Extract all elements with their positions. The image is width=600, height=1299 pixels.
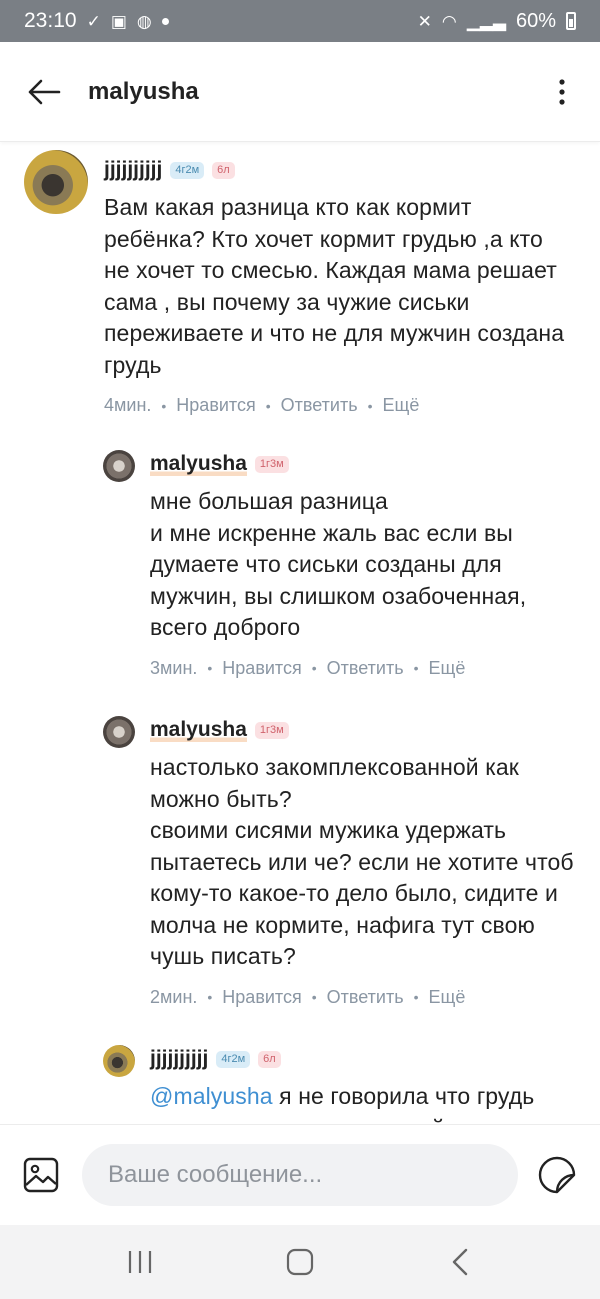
message-composer <box>0 1124 600 1225</box>
avatar[interactable] <box>103 1045 135 1077</box>
avatar[interactable] <box>24 150 88 214</box>
comment-time: 3мин. <box>150 657 198 678</box>
comment-username[interactable]: malyusha <box>150 718 247 742</box>
home-button[interactable] <box>260 1232 340 1292</box>
attach-image-button[interactable] <box>16 1150 66 1200</box>
comment-text: @malyusha я не говорила что грудь создан… <box>150 1081 580 1123</box>
app-notification-icon: ◍ <box>136 11 152 31</box>
reply-button[interactable]: Ответить <box>327 658 404 679</box>
app-header: malyusha <box>0 42 600 142</box>
comment-actions: 3мин. • Нравится • Ответить • Ещё <box>150 658 580 679</box>
sticker-icon <box>538 1156 576 1194</box>
separator-dot: • <box>265 397 271 414</box>
comments-list[interactable]: jjjjjjjjjj 4г2м 6л Вам какая разница кто… <box>0 143 600 1123</box>
comment-username[interactable]: jjjjjjjjjj <box>104 158 162 182</box>
comment-text: настолько закомплексованной как можно бы… <box>150 754 574 969</box>
separator-dot: • <box>413 660 419 676</box>
message-input[interactable] <box>82 1144 518 1206</box>
separator-dot: • <box>311 989 317 1005</box>
battery-icon <box>566 12 576 30</box>
back-nav-icon <box>452 1248 468 1276</box>
recent-apps-button[interactable] <box>100 1232 180 1292</box>
separator-dot: • <box>367 397 373 414</box>
separator-dot: • <box>161 397 167 414</box>
image-icon <box>23 1157 59 1193</box>
like-button[interactable]: Нравится <box>222 658 301 679</box>
gallery-notification-icon: ▣ <box>110 11 127 31</box>
account-age-badge: 4г2м <box>216 1050 251 1068</box>
account-age-badge: 4г2м <box>170 161 205 179</box>
like-button[interactable]: Нравится <box>222 987 301 1008</box>
separator-dot: • <box>311 660 317 676</box>
account-age-badge: 1г3м <box>254 721 289 739</box>
page-title: malyusha <box>88 77 199 105</box>
recent-apps-icon <box>128 1251 152 1273</box>
wifi-icon: ◠ <box>441 11 457 31</box>
mute-icon: ✕ <box>417 11 432 31</box>
battery-percent: 60% <box>515 9 556 32</box>
more-options-button[interactable] <box>538 60 586 124</box>
separator-dot: • <box>207 989 213 1005</box>
like-button[interactable]: Нравится <box>176 395 255 416</box>
comment-time: 4мин. <box>104 395 152 415</box>
back-button[interactable] <box>12 60 76 124</box>
child-age-badge: 6л <box>258 1050 281 1068</box>
comment-username[interactable]: malyusha <box>150 452 247 476</box>
notification-icon: ✓ <box>86 11 101 31</box>
status-time: 23:10 <box>24 9 77 32</box>
comment-username[interactable]: jjjjjjjjjj <box>150 1047 208 1071</box>
child-age-badge: 6л <box>212 161 235 179</box>
comment-text: мне большая разница и мне искренне жаль … <box>150 488 527 640</box>
reply-button[interactable]: Ответить <box>281 395 358 416</box>
sticker-button[interactable] <box>532 1150 582 1200</box>
comment-actions: 4мин. • Нравится • Ответить • Ещё <box>104 395 574 416</box>
mention-link[interactable]: @malyusha <box>150 1083 273 1109</box>
home-icon <box>286 1248 314 1276</box>
comment-actions: 2мин. • Нравится • Ответить • Ещё <box>150 987 580 1008</box>
system-nav-bar <box>0 1225 600 1299</box>
more-notifications-icon <box>161 17 169 25</box>
more-button[interactable]: Ещё <box>429 658 466 679</box>
reply-button[interactable]: Ответить <box>327 987 404 1008</box>
signal-icon: ▁▂▃ <box>466 11 506 31</box>
more-button[interactable]: Ещё <box>383 395 420 416</box>
comment-text: Вам какая разница кто как кормит ребёнка… <box>104 194 565 378</box>
more-button[interactable]: Ещё <box>429 987 466 1008</box>
system-back-button[interactable] <box>420 1232 500 1292</box>
separator-dot: • <box>207 660 213 676</box>
account-age-badge: 1г3м <box>254 455 289 473</box>
comment-time: 2мин. <box>150 986 198 1007</box>
status-bar: 23:10 ✓ ▣ ◍ ✕ ◠ ▁▂▃ 60% <box>0 0 600 42</box>
avatar[interactable] <box>103 716 135 748</box>
more-vertical-icon <box>559 78 565 105</box>
avatar[interactable] <box>103 450 135 482</box>
separator-dot: • <box>413 989 419 1005</box>
back-arrow-icon <box>28 79 61 104</box>
